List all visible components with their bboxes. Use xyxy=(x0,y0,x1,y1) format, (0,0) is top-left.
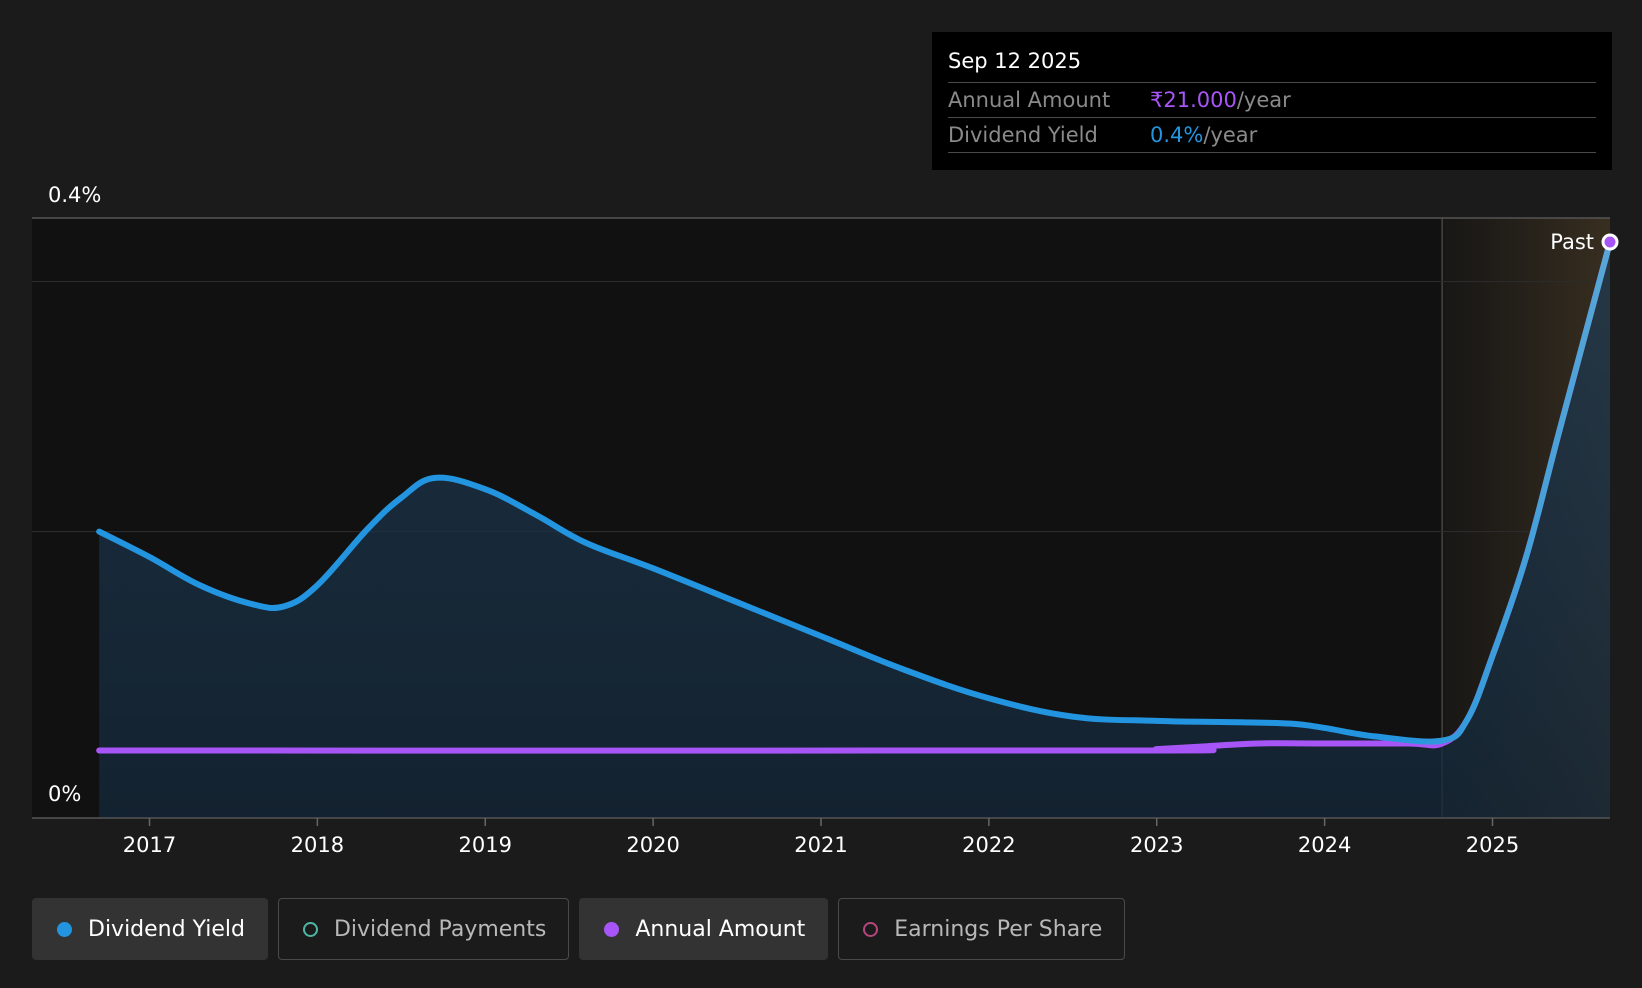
legend: Dividend Yield Dividend Payments Annual … xyxy=(32,898,1126,960)
tooltip-label: Annual Amount xyxy=(948,88,1111,112)
y-tick-label: 0.4% xyxy=(48,183,101,207)
tooltip-label: Dividend Yield xyxy=(948,123,1098,147)
x-tick-label: 2024 xyxy=(1298,833,1351,857)
x-tick-label: 2017 xyxy=(123,833,176,857)
legend-label: Annual Amount xyxy=(635,916,806,942)
hollow-circle-icon xyxy=(302,921,318,937)
tooltip-unit: /year xyxy=(1203,123,1258,147)
legend-item-earnings-per-share[interactable]: Earnings Per Share xyxy=(838,898,1126,960)
legend-item-dividend-yield[interactable]: Dividend Yield xyxy=(32,898,268,960)
legend-label: Dividend Payments xyxy=(333,916,547,942)
x-tick-label: 2025 xyxy=(1466,833,1519,857)
past-label: Past xyxy=(1550,230,1594,254)
tooltip-row-annual-amount: Annual Amount ₹21.000 /year xyxy=(948,83,1596,118)
x-tick-label: 2020 xyxy=(626,833,679,857)
tooltip: Sep 12 2025 Annual Amount ₹21.000 /year … xyxy=(932,32,1612,170)
tooltip-date: Sep 12 2025 xyxy=(948,46,1596,83)
legend-label: Earnings Per Share xyxy=(894,916,1103,942)
x-tick-label: 2023 xyxy=(1130,833,1183,857)
tooltip-value: 0.4% xyxy=(1150,123,1204,147)
x-tick-label: 2022 xyxy=(962,833,1015,857)
endpoint-marker xyxy=(1601,233,1619,251)
legend-item-dividend-payments[interactable]: Dividend Payments xyxy=(277,898,570,960)
x-tick-label: 2018 xyxy=(291,833,344,857)
legend-label: Dividend Yield xyxy=(88,916,245,942)
tooltip-value: ₹21.000 xyxy=(1150,88,1237,112)
hollow-circle-icon xyxy=(863,921,879,937)
dividend-chart: Past 0.4% 0% 2017 2018 2019 2020 2021 2022 2023 2… xyxy=(0,0,1642,988)
filled-circle-icon xyxy=(57,921,72,937)
x-tick-label: 2019 xyxy=(459,833,512,857)
filled-circle-icon xyxy=(604,921,620,937)
y-tick-label: 0% xyxy=(48,782,81,806)
x-tick-label: 2021 xyxy=(794,833,847,857)
tooltip-unit: /year xyxy=(1236,88,1291,112)
legend-item-annual-amount[interactable]: Annual Amount xyxy=(579,898,829,960)
tooltip-row-dividend-yield: Dividend Yield 0.4% /year xyxy=(948,118,1596,153)
